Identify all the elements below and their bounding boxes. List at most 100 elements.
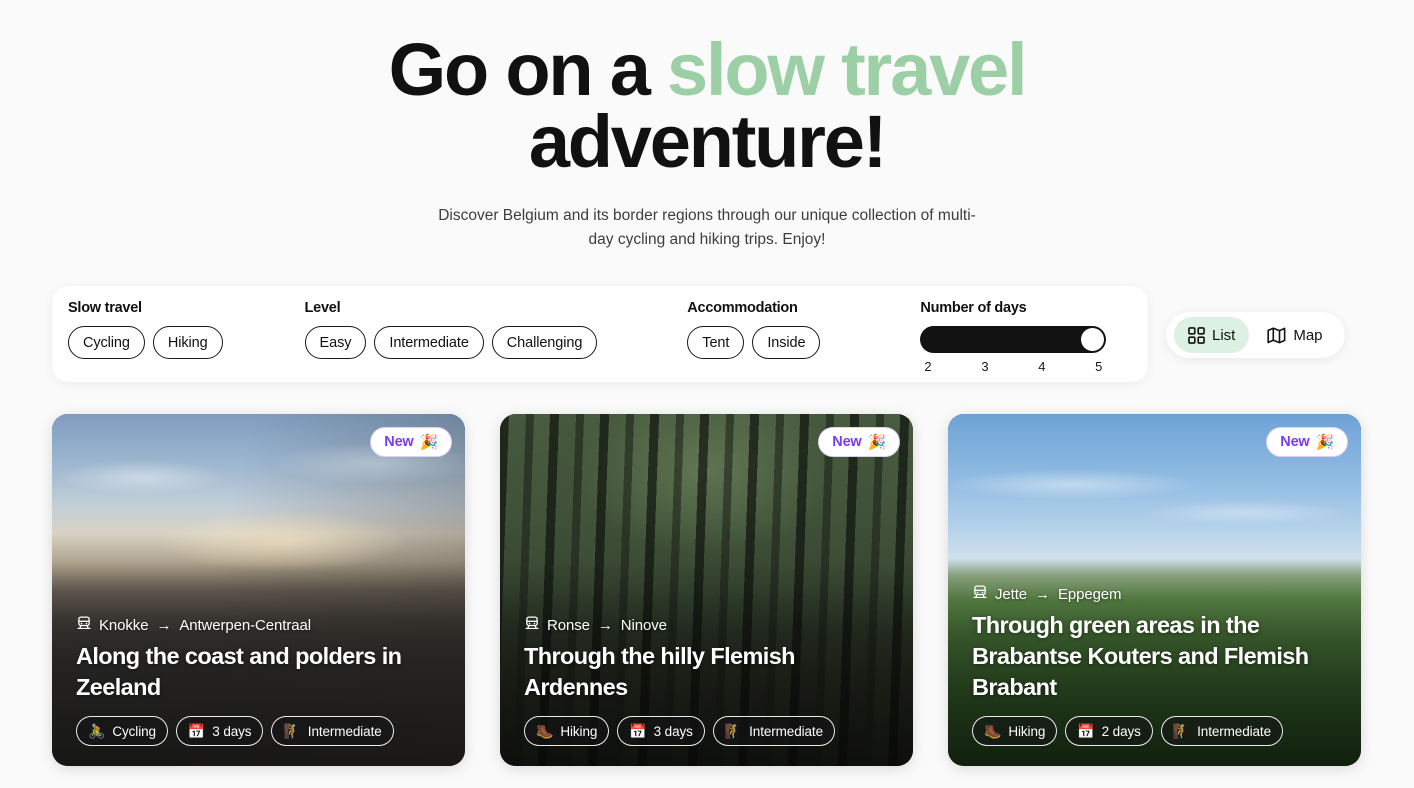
filter-label-accommodation: Accommodation — [687, 300, 798, 316]
status-badge-label: New — [1280, 434, 1310, 450]
climber-icon: 🧗 — [1172, 723, 1191, 739]
filter-chip-tent[interactable]: Tent — [687, 326, 745, 359]
days-slider-handle[interactable] — [1081, 328, 1105, 351]
trip-card-route-to: Ninove — [620, 616, 667, 634]
filter-label-number-of-days: Number of days — [920, 300, 1027, 316]
view-toggle-list-label: List — [1212, 326, 1236, 344]
trip-card-route: Knokke → Antwerpen-Centraal — [76, 615, 447, 635]
trip-card-route-from: Knokke — [99, 616, 149, 634]
filter-label-slow-travel: Slow travel — [68, 300, 142, 316]
view-toggle-list[interactable]: List — [1174, 317, 1250, 353]
party-popper-icon: 🎉 — [1315, 434, 1335, 451]
days-tick-2: 2 — [924, 359, 932, 374]
hero-section: Go on a slow travel adventure! Discover … — [0, 0, 1414, 252]
train-icon — [524, 615, 540, 635]
party-popper-icon: 🎉 — [867, 434, 887, 451]
trip-tag-level-label: Intermediate — [749, 723, 823, 739]
days-slider-ticks: 2 3 4 5 — [920, 359, 1106, 374]
trip-tag-level-label: Intermediate — [307, 723, 382, 739]
trip-tag-activity-label: Cycling — [112, 723, 156, 739]
trip-card[interactable]: New 🎉 Jette → Eppegem Through green area… — [948, 414, 1361, 766]
trip-tag-activity: 🥾 Hiking — [972, 716, 1058, 746]
trip-tag-duration-label: 3 days — [212, 723, 252, 739]
filter-group-number-of-days: Number of days 2 3 4 5 — [904, 300, 1107, 374]
trip-card-route-from: Jette — [995, 585, 1028, 603]
chip-row-accommodation: Tent Inside — [687, 326, 821, 359]
trip-card-route-to: Antwerpen-Centraal — [179, 616, 311, 634]
trip-card-title: Through green areas in the Brabantse Kou… — [972, 612, 1309, 700]
page-title-accent: slow travel — [667, 28, 1028, 111]
trip-card[interactable]: New 🎉 Ronse → Ninove Through the hilly F… — [500, 414, 913, 766]
filter-chip-challenging[interactable]: Challenging — [491, 326, 598, 359]
status-badge-new: New 🎉 — [370, 427, 452, 457]
trip-tag-activity-label: Hiking — [1008, 723, 1046, 739]
arrow-right-icon: → — [156, 616, 172, 634]
filter-chip-hiking[interactable]: Hiking — [152, 326, 223, 359]
trip-card-body: Knokke → Antwerpen-Centraal Along the co… — [76, 615, 447, 746]
trip-tag-duration: 📅 3 days — [617, 716, 705, 746]
trip-card-tags: 🚴 Cycling 📅 3 days 🧗 Intermediate — [76, 716, 447, 746]
trip-tag-activity: 🥾 Hiking — [524, 716, 610, 746]
trip-tag-activity: 🚴 Cycling — [76, 716, 168, 746]
climber-icon: 🧗 — [283, 723, 301, 739]
days-slider[interactable]: 2 3 4 5 — [920, 326, 1107, 374]
trip-tag-level-label: Intermediate — [1197, 723, 1271, 739]
train-icon — [972, 584, 988, 604]
page-title-part1: Go on a — [388, 28, 668, 111]
trip-tag-level: 🧗 Intermediate — [712, 716, 835, 746]
filter-label-level: Level — [304, 300, 341, 316]
trip-card-title: Along the coast and polders in Zeeland — [76, 643, 402, 700]
filter-group-accommodation: Accommodation Tent Inside — [671, 300, 821, 359]
trip-card[interactable]: New 🎉 Knokke → Antwerpen-Centraal Along … — [52, 414, 465, 766]
trip-card-title: Through the hilly Flemish Ardennes — [524, 643, 796, 700]
trip-card-grid: New 🎉 Knokke → Antwerpen-Centraal Along … — [52, 414, 1362, 766]
arrow-right-icon: → — [1035, 585, 1050, 603]
trip-card-route-to: Eppegem — [1057, 585, 1122, 603]
trip-tag-level: 🧗 Intermediate — [271, 716, 394, 746]
map-icon — [1267, 326, 1286, 344]
page-title: Go on a slow travel adventure! — [327, 33, 1087, 179]
view-toggle: List Map — [1166, 312, 1345, 358]
cycling-icon: 🚴 — [88, 723, 106, 739]
status-badge-new: New 🎉 — [1266, 427, 1348, 457]
filter-chip-intermediate[interactable]: Intermediate — [374, 326, 484, 359]
filter-group-level: Level Easy Intermediate Challenging — [289, 300, 598, 359]
trip-tag-duration-label: 2 days — [1101, 723, 1141, 739]
chip-row-level: Easy Intermediate Challenging — [304, 326, 598, 359]
trip-card-route-from: Ronse — [547, 616, 590, 634]
trip-card-body: Ronse → Ninove Through the hilly Flemish… — [524, 615, 895, 746]
days-slider-track[interactable] — [920, 326, 1107, 353]
trip-tag-duration-label: 3 days — [653, 723, 693, 739]
train-icon — [76, 615, 92, 635]
trip-tag-activity-label: Hiking — [560, 723, 598, 739]
trip-card-route: Jette → Eppegem — [972, 584, 1343, 604]
days-tick-4: 4 — [1038, 359, 1046, 374]
filter-chip-easy[interactable]: Easy — [304, 326, 367, 359]
hiking-boot-icon: 🥾 — [984, 723, 1002, 739]
trip-tag-duration: 📅 2 days — [1065, 716, 1153, 746]
status-badge-label: New — [384, 434, 414, 450]
filter-chip-cycling[interactable]: Cycling — [68, 326, 145, 359]
trip-tag-duration: 📅 3 days — [175, 716, 264, 746]
view-toggle-map[interactable]: Map — [1253, 317, 1336, 353]
calendar-icon: 📅 — [187, 723, 206, 739]
status-badge-label: New — [832, 434, 862, 450]
grid-icon — [1188, 326, 1205, 344]
trip-card-body: Jette → Eppegem Through green areas in t… — [972, 584, 1343, 746]
filter-group-slow-travel: Slow travel Cycling Hiking — [52, 300, 223, 359]
trip-card-tags: 🥾 Hiking 📅 3 days 🧗 Intermediate — [524, 716, 895, 746]
page-root: Go on a slow travel adventure! Discover … — [0, 0, 1414, 788]
filter-panel: Slow travel Cycling Hiking Level Easy In… — [52, 286, 1148, 382]
chip-row-slow-travel: Cycling Hiking — [68, 326, 223, 359]
view-toggle-map-label: Map — [1293, 326, 1323, 344]
hiking-boot-icon: 🥾 — [536, 723, 554, 739]
filter-chip-inside[interactable]: Inside — [752, 326, 821, 359]
calendar-icon: 📅 — [629, 723, 647, 739]
calendar-icon: 📅 — [1077, 723, 1095, 739]
trip-card-tags: 🥾 Hiking 📅 2 days 🧗 Intermediate — [972, 716, 1343, 746]
arrow-right-icon: → — [597, 616, 613, 634]
page-title-part2: adventure! — [528, 100, 888, 183]
trip-card-route: Ronse → Ninove — [524, 615, 895, 635]
climber-icon: 🧗 — [724, 723, 743, 739]
trip-tag-level: 🧗 Intermediate — [1160, 716, 1283, 746]
